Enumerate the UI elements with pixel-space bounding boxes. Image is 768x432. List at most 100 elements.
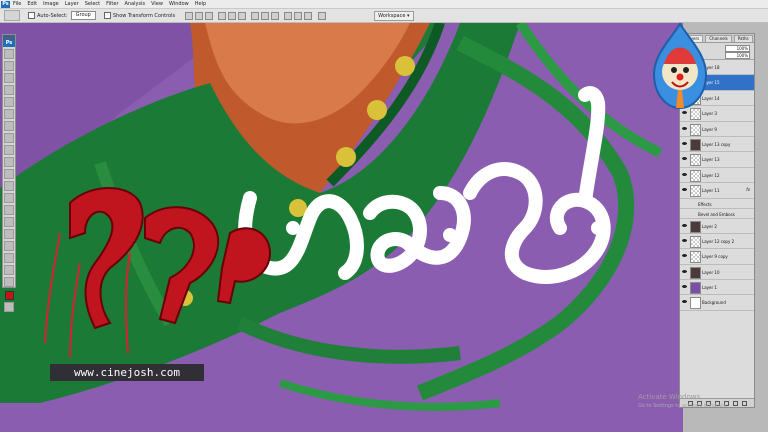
menu-select[interactable]: Select [85, 1, 100, 7]
layer-name: Layer 3 [702, 111, 717, 117]
layer-fx-icon[interactable]: fx [746, 187, 750, 192]
layer-effect-row[interactable]: Effects [680, 199, 754, 209]
layer-row[interactable]: Layer 13 [680, 152, 754, 168]
eraser-tool-icon[interactable] [4, 169, 14, 179]
blur-tool-icon[interactable] [4, 193, 14, 203]
align-left-icon[interactable] [218, 11, 227, 20]
foreground-color-swatch[interactable] [5, 291, 14, 300]
layer-row[interactable]: Layer 9 [680, 122, 754, 137]
layer-thumbnail [690, 266, 701, 279]
healing-brush-tool-icon[interactable] [4, 121, 14, 131]
visibility-eye-icon[interactable] [682, 110, 687, 115]
lasso-tool-icon[interactable] [4, 73, 14, 83]
distribute-middle-icon[interactable] [261, 11, 270, 20]
visibility-eye-icon[interactable] [682, 299, 687, 304]
menu-layer[interactable]: Layer [65, 1, 79, 7]
app-logo[interactable]: Ps [1, 0, 10, 8]
align-right-icon[interactable] [238, 11, 247, 20]
type-tool-icon[interactable] [4, 229, 14, 239]
layer-row[interactable]: Layer 13 copy [680, 137, 754, 153]
options-bar: Auto-Select: Group Show Transform Contro… [0, 9, 768, 23]
pen-tool-icon[interactable] [4, 217, 14, 227]
distribute-left-icon[interactable] [284, 11, 293, 20]
visibility-eye-icon[interactable] [682, 141, 687, 146]
distribute-bottom-icon[interactable] [271, 11, 280, 20]
auto-align-icon[interactable] [318, 11, 327, 20]
layer-name: Layer 1 [702, 285, 717, 291]
layer-row[interactable]: Layer 2 [680, 219, 754, 234]
layer-name: Layer 9 [702, 126, 717, 132]
auto-select-checkbox[interactable] [28, 12, 35, 19]
visibility-eye-icon[interactable] [682, 253, 687, 258]
menu-image[interactable]: Image [43, 1, 59, 7]
dodge-tool-icon[interactable] [4, 205, 14, 215]
layer-thumbnail [690, 251, 701, 264]
visibility-eye-icon[interactable] [682, 172, 687, 177]
tab-paths[interactable]: Paths [733, 35, 753, 42]
workspace-dropdown[interactable]: Workspace ▾ [374, 10, 414, 21]
clown-logo [652, 22, 708, 110]
gradient-tool-icon[interactable] [4, 181, 14, 191]
visibility-eye-icon[interactable] [682, 284, 687, 289]
new-layer-icon[interactable] [732, 400, 738, 406]
clone-stamp-tool-icon[interactable] [4, 145, 14, 155]
layer-row[interactable]: Layer 11 fx [680, 183, 754, 199]
marquee-tool-icon[interactable] [4, 61, 14, 71]
shape-tool-icon[interactable] [4, 253, 14, 263]
distribute-center-icon[interactable] [294, 11, 303, 20]
auto-select-label: Auto-Select: [37, 12, 68, 19]
show-transform-checkbox[interactable] [103, 12, 111, 19]
align-center-icon[interactable] [228, 11, 237, 20]
menu-help[interactable]: Help [195, 1, 206, 7]
layer-row[interactable]: Layer 12 copy 2 [680, 234, 754, 250]
eyedropper-tool-icon[interactable] [4, 109, 14, 119]
layer-row[interactable]: Layer 9 copy [680, 249, 754, 265]
delete-layer-icon[interactable] [741, 400, 747, 406]
hand-tool-icon[interactable] [4, 265, 14, 275]
tools-logo: Ps [3, 40, 15, 47]
layer-row[interactable]: Background [680, 295, 754, 311]
visibility-eye-icon[interactable] [682, 156, 687, 161]
tab-channels[interactable]: Channels [705, 35, 732, 42]
move-tool-icon[interactable] [4, 49, 14, 59]
magic-wand-tool-icon[interactable] [4, 85, 14, 95]
path-selection-tool-icon[interactable] [4, 241, 14, 251]
distribute-top-icon[interactable] [251, 11, 260, 20]
crop-tool-icon[interactable] [4, 97, 14, 107]
visibility-eye-icon[interactable] [682, 187, 687, 192]
activate-windows-subtitle: Go to Settings to activate Windows. [638, 403, 728, 409]
visibility-eye-icon[interactable] [682, 126, 687, 131]
layer-row[interactable]: Layer 10 [680, 265, 754, 281]
layer-row[interactable]: Layer 12 [680, 168, 754, 184]
show-transform-label: Show Transform Controls [112, 12, 176, 19]
zoom-tool-icon[interactable] [4, 277, 14, 287]
layer-effect-row[interactable]: Bevel and Emboss [680, 209, 754, 219]
fill-field[interactable]: 100% [725, 52, 750, 59]
align-bottom-icon[interactable] [205, 11, 214, 20]
layer-row[interactable]: Layer 1 [680, 280, 754, 296]
visibility-eye-icon[interactable] [682, 223, 687, 228]
menu-window[interactable]: Window [169, 1, 189, 7]
menu-edit[interactable]: Edit [27, 1, 37, 7]
distribute-right-icon[interactable] [304, 11, 313, 20]
menu-file[interactable]: File [13, 1, 21, 7]
quick-mask-icon[interactable] [4, 302, 14, 312]
move-tool-preset[interactable] [4, 10, 20, 21]
menu-filter[interactable]: Filter [106, 1, 118, 7]
align-top-icon[interactable] [185, 11, 194, 20]
auto-select-dropdown[interactable]: Group [70, 11, 96, 20]
layer-name: Layer 13 [702, 157, 720, 163]
layer-thumbnail [690, 282, 701, 295]
menu-view[interactable]: View [151, 1, 163, 7]
layer-name: Layer 13 copy [702, 141, 731, 147]
align-middle-icon[interactable] [195, 11, 204, 20]
opacity-field[interactable]: 100% [725, 45, 750, 52]
layer-name: Effects [698, 201, 712, 207]
visibility-eye-icon[interactable] [682, 238, 687, 243]
menu-analysis[interactable]: Analysis [125, 1, 146, 7]
visibility-eye-icon[interactable] [682, 269, 687, 274]
menu-bar: Ps File Edit Image Layer Select Filter A… [0, 0, 768, 9]
history-brush-tool-icon[interactable] [4, 157, 14, 167]
brush-tool-icon[interactable] [4, 133, 14, 143]
layer-thumbnail [690, 123, 701, 136]
